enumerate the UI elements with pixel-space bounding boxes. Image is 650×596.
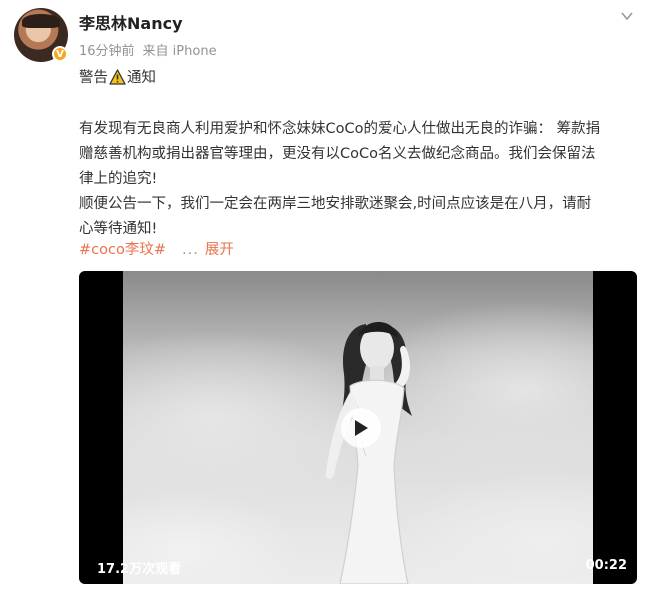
hashtag-row: #coco李玟#... 展开: [79, 238, 234, 263]
post-body: 有发现有无良商人利用爱护和怀念妹妹CoCo的爱心人仕做出无良的诈骗： 筹款捐 赠…: [79, 117, 639, 242]
post-time[interactable]: 16分钟前: [79, 44, 135, 59]
author-name[interactable]: 李思林Nancy: [79, 10, 183, 34]
warning-title-after: 通知: [127, 70, 156, 86]
expand-link[interactable]: 展开: [205, 242, 234, 258]
verified-badge-icon: V: [52, 46, 68, 62]
post-body-line: 律上的追究!: [79, 171, 158, 187]
more-dots: ...: [182, 242, 199, 258]
hashtag-link[interactable]: #coco李玟#: [79, 242, 166, 258]
chevron-down-icon[interactable]: [620, 9, 634, 23]
post-body-line: 顺便公告一下，我们一定会在两岸三地安排歌迷聚会,时间点应该是在八月，请耐: [79, 196, 592, 212]
post-meta: 16分钟前 来自 iPhone: [79, 40, 217, 59]
video-duration: 00:22: [585, 558, 627, 573]
video-player[interactable]: 17.2万次观看 00:22: [79, 271, 637, 584]
post-body-line: 有发现有无良商人利用爱护和怀念妹妹CoCo的爱心人仕做出无良的诈骗： 筹款捐: [79, 121, 601, 137]
post-source: 来自 iPhone: [142, 44, 217, 59]
play-icon: [355, 420, 368, 436]
post-body-line: 赠慈善机构或捐出器官等理由，更没有以CoCo名义去做纪念商品。我们会保留法: [79, 146, 596, 162]
warning-title-before: 警告: [79, 70, 108, 86]
view-count: 17.2万次观看: [97, 562, 182, 577]
warning-title: 警告 通知: [79, 66, 639, 91]
play-button[interactable]: [341, 408, 381, 448]
warning-triangle-icon: [109, 69, 126, 85]
